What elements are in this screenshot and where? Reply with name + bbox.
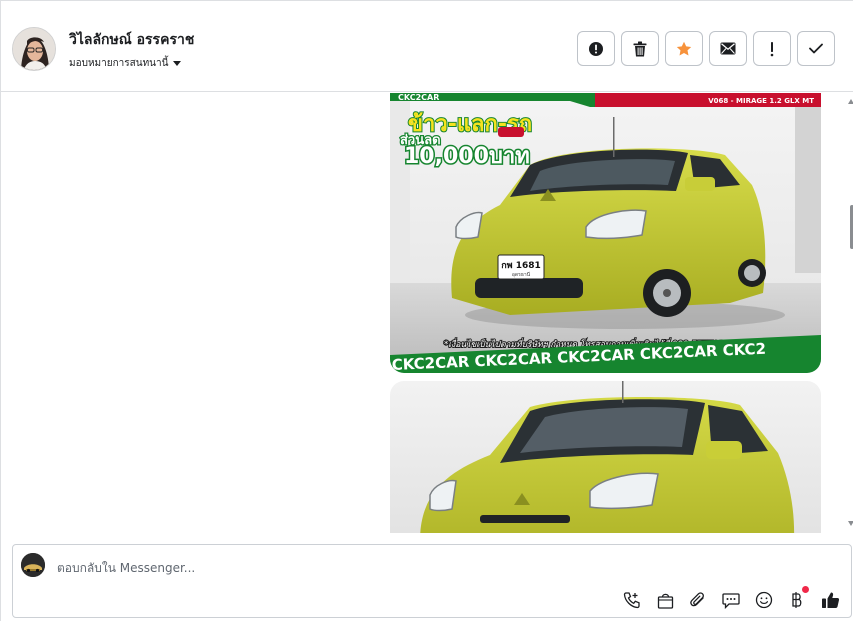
follow-up-button[interactable] bbox=[753, 31, 791, 66]
caret-down-icon bbox=[173, 61, 182, 66]
license-plate-text: กพ 1681 bbox=[501, 261, 541, 271]
assign-label: มอบหมายการสนทนานี้ bbox=[69, 58, 169, 69]
spam-button[interactable] bbox=[577, 31, 615, 66]
contact-name[interactable]: วิไลลักษณ์ อรรคราช bbox=[69, 29, 194, 51]
exclamation-icon bbox=[770, 41, 774, 56]
emoji-icon bbox=[755, 591, 773, 609]
composer-tools bbox=[621, 586, 841, 611]
mark-unread-button[interactable] bbox=[709, 31, 747, 66]
scroll-up-arrow-icon[interactable] bbox=[848, 99, 853, 104]
attach-button[interactable] bbox=[687, 589, 709, 611]
star-icon bbox=[676, 41, 692, 55]
like-button[interactable] bbox=[819, 589, 841, 611]
paperclip-icon bbox=[690, 592, 704, 607]
message-image[interactable]: CKC2CAR V068 - MIRAGE 1.2 GLX MT ข้าว-แล… bbox=[390, 93, 821, 373]
shopping-bag-icon bbox=[657, 593, 673, 609]
ad-discount-amount: 10,000บาท bbox=[404, 144, 530, 169]
message-image[interactable] bbox=[390, 381, 821, 533]
emoji-button[interactable] bbox=[753, 589, 775, 611]
envelope-icon bbox=[720, 42, 736, 55]
ad-badge: V068 - MIRAGE 1.2 GLX MT bbox=[708, 97, 814, 105]
notification-dot bbox=[802, 586, 809, 593]
baht-payment-icon bbox=[792, 592, 802, 608]
payment-button[interactable] bbox=[786, 586, 809, 611]
call-button[interactable] bbox=[621, 589, 643, 611]
saved-reply-button[interactable] bbox=[720, 589, 742, 611]
reply-input[interactable] bbox=[57, 557, 617, 579]
thread-header: วิไลลักษณ์ อรรคราช มอบหมายการสนทนานี้ bbox=[1, 5, 853, 92]
delete-button[interactable] bbox=[621, 31, 659, 66]
trash-icon bbox=[633, 41, 647, 56]
call-icon bbox=[623, 592, 640, 609]
contact-avatar[interactable] bbox=[12, 27, 56, 71]
alert-circle-icon bbox=[589, 41, 603, 56]
star-button[interactable] bbox=[665, 31, 703, 66]
assign-conversation-dropdown[interactable]: มอบหมายการสนทนานี้ bbox=[69, 56, 182, 71]
license-plate-province: อุดรธานี bbox=[512, 271, 531, 278]
message-list[interactable]: CKC2CAR V068 - MIRAGE 1.2 GLX MT ข้าว-แล… bbox=[1, 93, 853, 533]
scroll-down-arrow-icon[interactable] bbox=[848, 521, 853, 526]
check-icon bbox=[809, 43, 823, 54]
header-actions bbox=[577, 31, 835, 66]
done-button[interactable] bbox=[797, 31, 835, 66]
reply-composer bbox=[12, 544, 852, 618]
like-icon bbox=[821, 592, 839, 608]
saved-reply-icon bbox=[722, 592, 740, 609]
shop-button[interactable] bbox=[654, 589, 676, 611]
inbox-thread: วิไลลักษณ์ อรรคราช มอบหมายการสนทนานี้ CK… bbox=[0, 0, 853, 621]
ad-top-strip: CKC2CAR bbox=[398, 93, 439, 102]
page-avatar bbox=[21, 553, 45, 577]
